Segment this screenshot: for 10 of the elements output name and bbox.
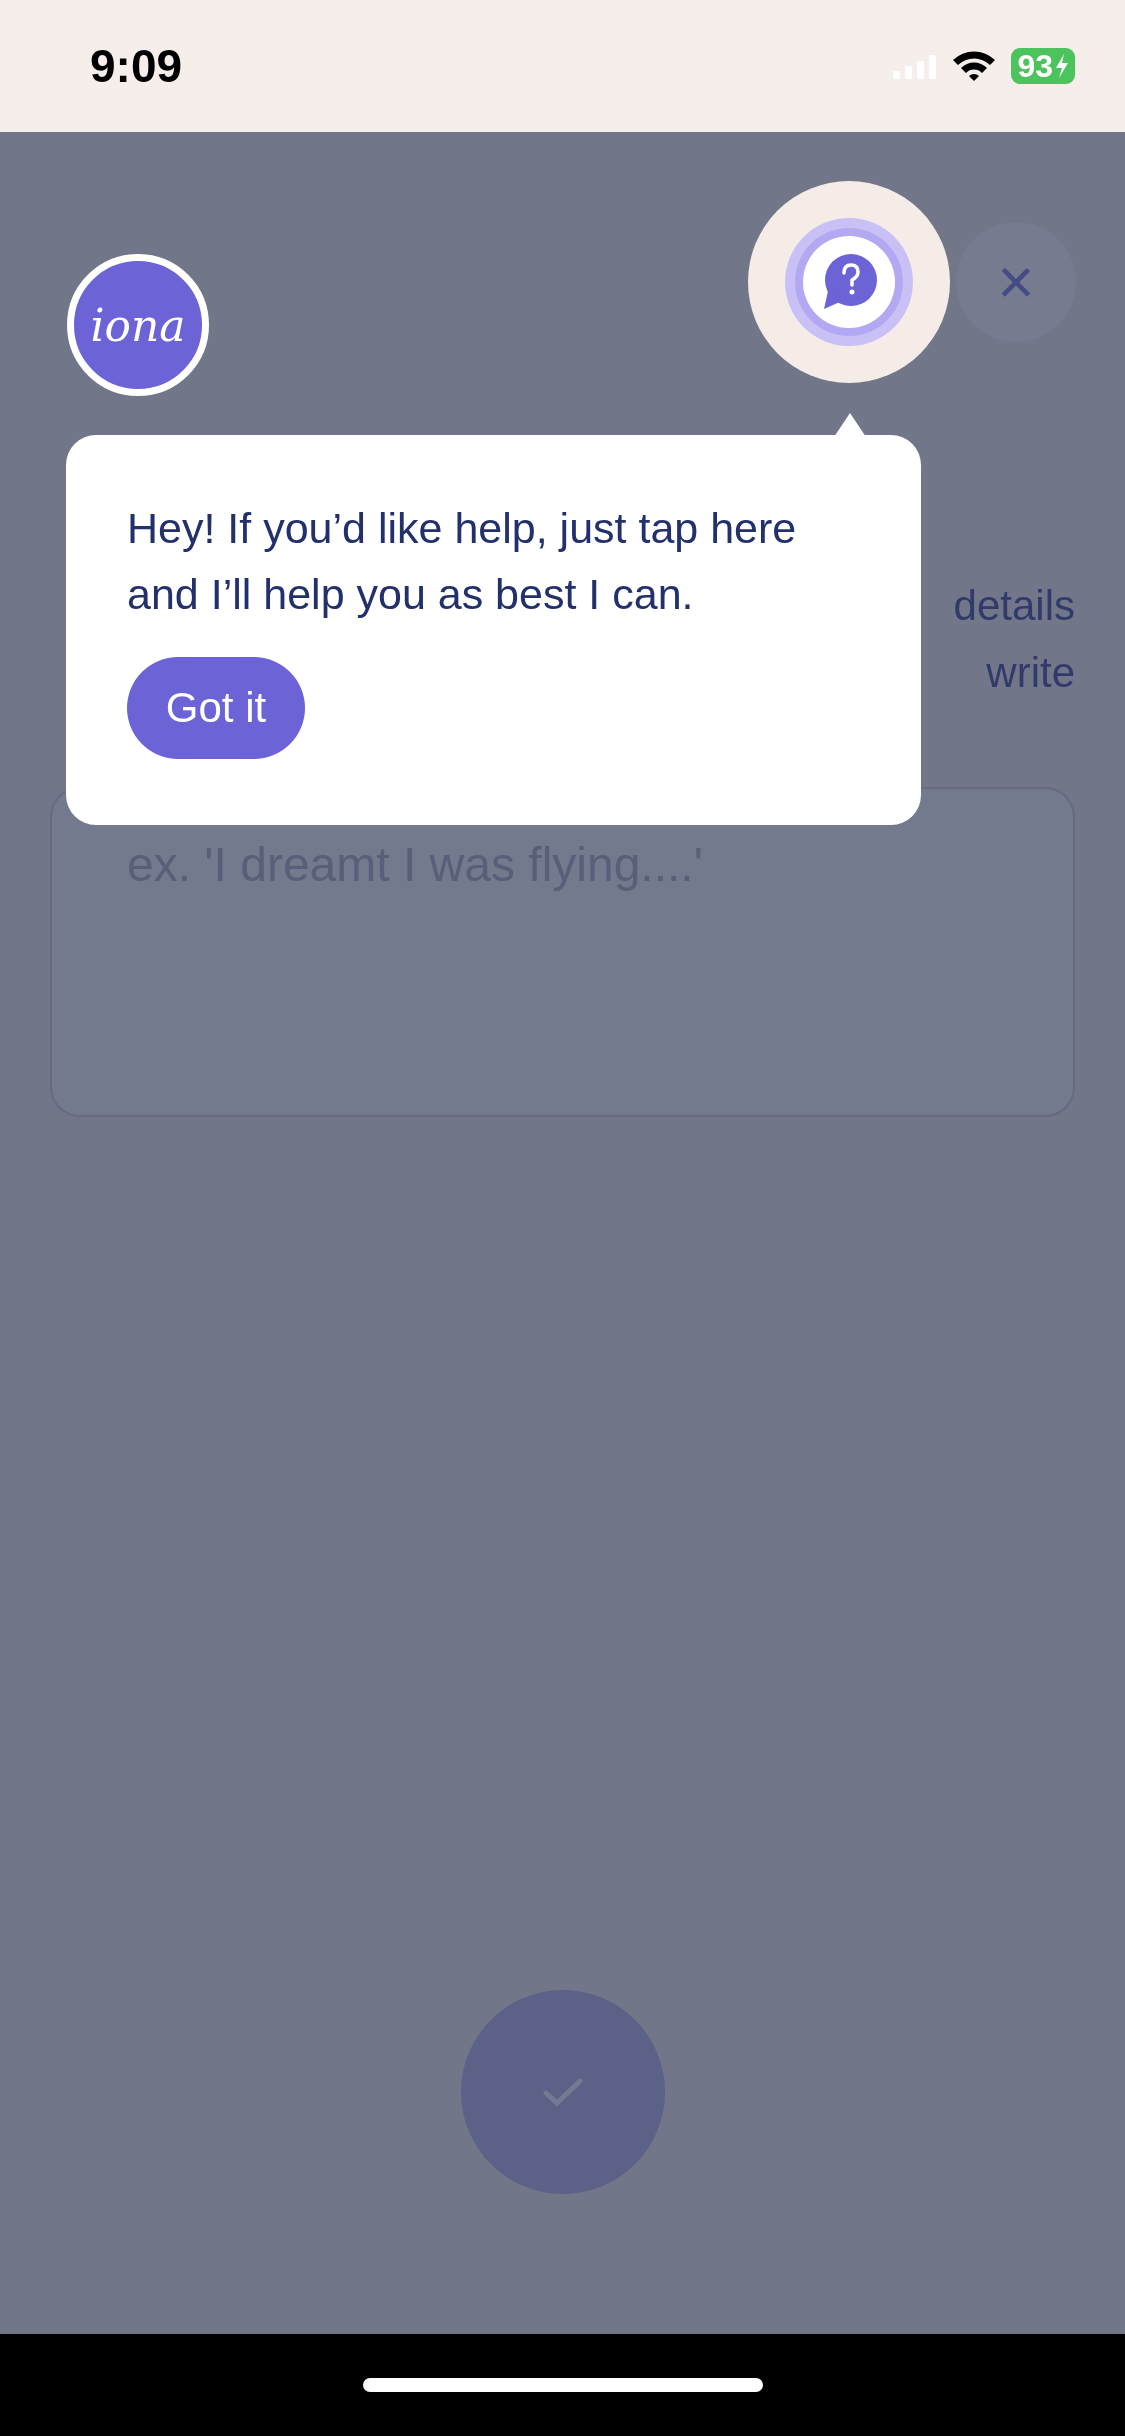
avatar-logo: iona (67, 254, 209, 396)
paragraph-fragment: write (986, 648, 1075, 698)
paragraph-fragment: details (953, 581, 1075, 631)
help-chat-icon (784, 217, 914, 347)
got-it-button[interactable]: Got it (127, 657, 305, 759)
check-icon (542, 2077, 583, 2107)
battery-icon: 93 (1011, 48, 1075, 84)
tooltip-message: Hey! If you’d like help, just tap here and I’ll help you as best I can. (127, 503, 798, 620)
wifi-icon (951, 49, 998, 83)
status-time: 9:09 (90, 39, 183, 93)
